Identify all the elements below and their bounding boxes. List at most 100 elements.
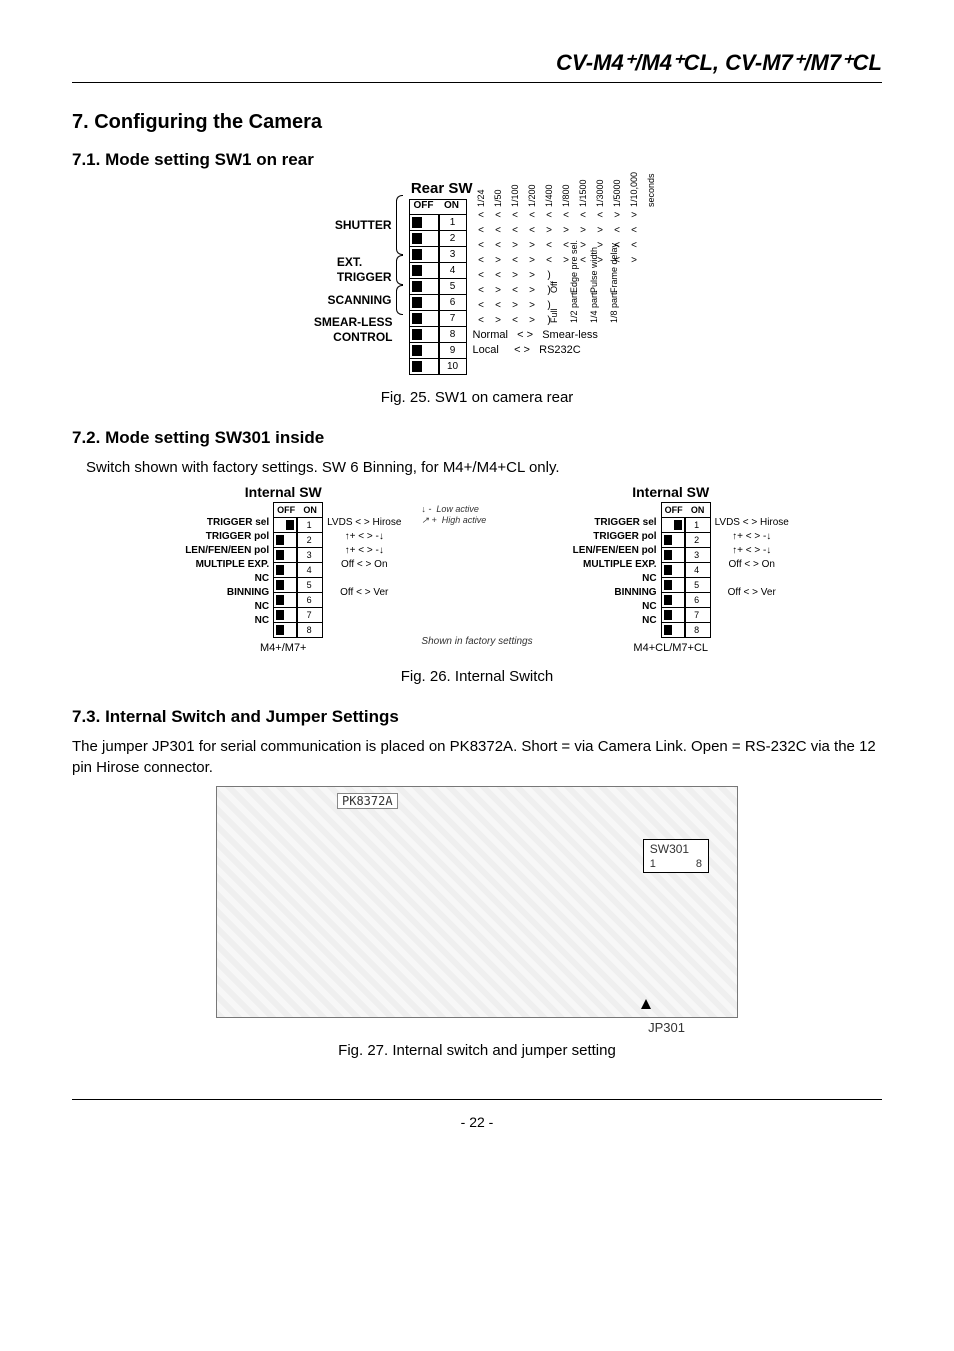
cell: < — [490, 208, 507, 223]
sw-num: 6 — [439, 295, 466, 310]
rear-on-label: ON — [438, 200, 466, 214]
cell: < — [490, 223, 507, 238]
rear-scanning-row: < < > > ) Full 1/2 part. 1/4 part. 1/8 p… — [473, 298, 660, 328]
figure-26-caption: Fig. 26. Internal Switch — [72, 668, 882, 685]
col-head: 1/100 — [508, 190, 523, 207]
internal-sw-bank: OFF ON 12345678 — [273, 502, 323, 638]
int-row-label: NC — [553, 600, 657, 614]
sw-num: 4 — [439, 263, 466, 278]
sw-num: 9 — [439, 343, 466, 358]
chip-label: PK8372A — [337, 793, 398, 809]
cell: > — [626, 208, 643, 223]
section-7-title: 7. Configuring the Camera — [72, 111, 882, 134]
cell: < — [507, 283, 524, 298]
int-right-label — [715, 614, 789, 628]
int-row-label: NC — [165, 600, 269, 614]
cell: > — [626, 253, 643, 268]
rear-sw-bank: OFF ON 1 2 3 4 5 6 7 8 9 10 — [409, 199, 467, 375]
sw-num: 7 — [297, 608, 320, 622]
int-right-label — [327, 614, 401, 628]
int-right-label — [715, 600, 789, 614]
board-diagram: PK8372A SW301 1 8 JP301 — [216, 786, 738, 1018]
int-row-label: MULTIPLE EXP. — [165, 558, 269, 572]
int-right-label: LVDS < > Hirose — [327, 516, 401, 530]
rear-control-row: Local < > RS232C — [473, 343, 660, 358]
section-7-3-body: The jumper JP301 for serial communicatio… — [72, 737, 882, 778]
cell: < — [507, 313, 524, 328]
scan-label: 1/4 part. — [587, 309, 602, 323]
off-label: OFF — [662, 503, 686, 517]
int-right-label: Off < > Ver — [715, 586, 789, 600]
figure-25-caption: Fig. 25. SW1 on camera rear — [72, 389, 882, 406]
col-head: 1/3000 — [593, 190, 608, 207]
control-right: RS232C — [539, 344, 581, 356]
rear-shutter-columns: 1/24 1/50 1/100 1/200 1/400 1/800 1/1500… — [473, 180, 660, 206]
int-row-label: BINNING — [553, 586, 657, 600]
int-row-label: NC — [553, 572, 657, 586]
cell: > — [490, 253, 507, 268]
internal-footer-left: M4+/M7+ — [260, 642, 306, 654]
sw-num: 8 — [439, 327, 466, 342]
cell: < — [507, 208, 524, 223]
cell: < — [473, 298, 490, 313]
rear-sw-title: Rear SW — [403, 180, 473, 197]
rear-ext-trigger-row: < < > > ) Off Edge pre sel. Pulse width … — [473, 268, 660, 298]
internal-sw-bank: OFF ON 12345678 — [661, 502, 711, 638]
cell: < — [490, 238, 507, 253]
page-number: - 22 - — [461, 1114, 494, 1130]
smear-left: Normal — [473, 329, 508, 341]
cell: > — [575, 223, 592, 238]
legend-low: Low active — [436, 504, 479, 514]
cell: < — [473, 283, 490, 298]
label-ext-trigger-1: EXT. — [337, 255, 362, 269]
col-head: 1/5000 — [610, 190, 625, 207]
col-head: 1/200 — [525, 190, 540, 207]
sw-num: 6 — [685, 593, 708, 607]
page-header: CV-M4⁺/M4⁺CL, CV-M7⁺/M7⁺CL — [72, 50, 882, 83]
int-row-label: LEN/FEN/EEN pol — [553, 544, 657, 558]
sw-num: 7 — [685, 608, 708, 622]
cell: < — [524, 223, 541, 238]
int-right-label — [715, 572, 789, 586]
sw-num: 3 — [685, 548, 708, 562]
col-head: 1/800 — [559, 190, 574, 207]
cell: < — [490, 268, 507, 283]
legend-high: High active — [442, 515, 487, 525]
cell: > — [524, 253, 541, 268]
cell: < — [541, 253, 558, 268]
label-control: CONTROL — [333, 330, 392, 345]
col-head: 1/1500 — [576, 190, 591, 207]
cell: > — [490, 313, 507, 328]
section-7-2-title: 7.2. Mode setting SW301 inside — [72, 428, 882, 448]
sw-num: 3 — [439, 247, 466, 262]
internal-sw-diagram: Internal SW TRIGGER selTRIGGER polLEN/FE… — [72, 484, 882, 654]
sw-num: 6 — [297, 593, 320, 607]
int-row-label: TRIGGER sel — [553, 516, 657, 530]
col-head: 1/50 — [491, 190, 506, 207]
label-scanning: SCANNING — [327, 293, 391, 308]
cell: > — [490, 283, 507, 298]
cell: > — [524, 283, 541, 298]
sw301-callout: SW301 1 8 — [643, 839, 709, 873]
internal-sw-title: Internal SW — [632, 484, 709, 500]
on-label: ON — [298, 503, 322, 517]
int-row-label: NC — [165, 614, 269, 628]
rear-sw-left-labels: SHUTTER EXT. TRIGGER SCANNING — [295, 180, 403, 345]
cell: > — [541, 223, 558, 238]
internal-sw-right-block: Internal SW TRIGGER selTRIGGER polLEN/FE… — [553, 484, 789, 654]
smear-right: Smear-less — [542, 329, 598, 341]
cell: > — [524, 313, 541, 328]
cell: < — [592, 208, 609, 223]
sw-num: 8 — [297, 623, 320, 637]
int-row-label: NC — [553, 614, 657, 628]
cell: < — [473, 268, 490, 283]
sw-num: 8 — [685, 623, 708, 637]
sw-num: 5 — [297, 578, 320, 592]
int-row-label: TRIGGER pol — [553, 530, 657, 544]
int-row-label: NC — [165, 572, 269, 586]
cell: > — [507, 298, 524, 313]
cell: > — [524, 238, 541, 253]
cell: > — [507, 238, 524, 253]
sw-num: 5 — [439, 279, 466, 294]
cell: < — [558, 208, 575, 223]
